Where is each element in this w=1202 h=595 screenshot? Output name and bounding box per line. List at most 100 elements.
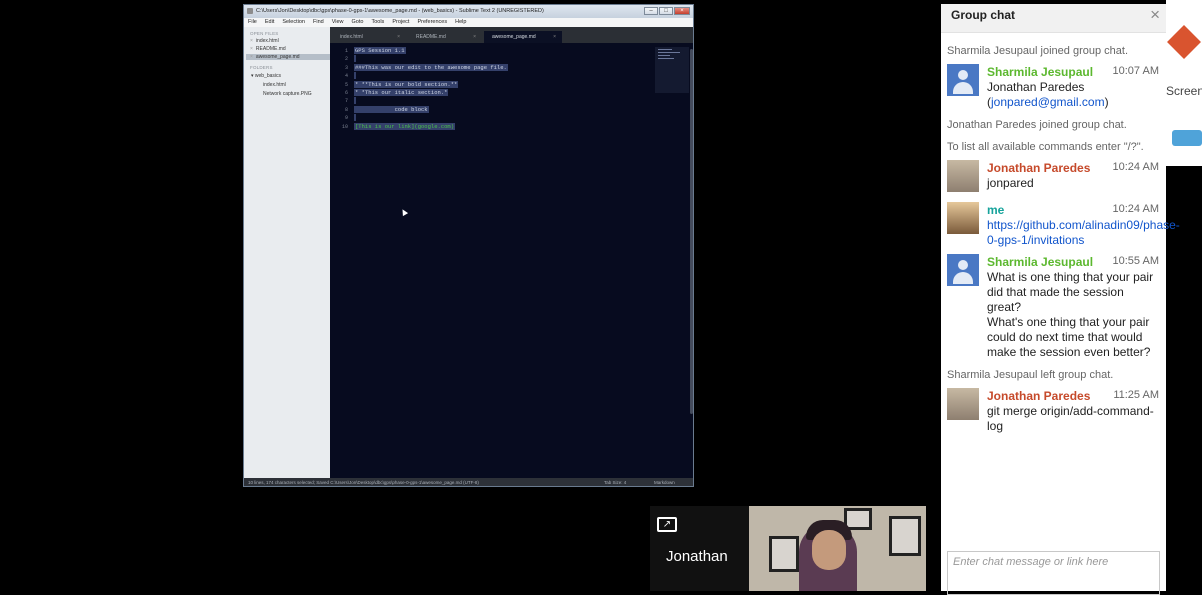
chat-message: me 10:24 AM https://github.com/alinadin09/… — [947, 200, 1180, 252]
message-link[interactable]: https://github.com/alinadin09/phase-0-gp… — [987, 218, 1180, 248]
close-icon[interactable]: × — [1150, 5, 1160, 25]
open-file-item[interactable]: × index.html — [250, 38, 279, 44]
open-files-header: OPEN FILES — [250, 31, 279, 36]
message-time: 10:24 AM — [1112, 161, 1159, 173]
desktop-icon-label: Screen — [1166, 84, 1202, 98]
code-line: * *This our italic section.* — [354, 88, 449, 96]
line-number: 8 — [344, 106, 348, 113]
message-text: Jonathan Paredes (jonpared@gmail.com) — [987, 80, 1109, 109]
line-number: 4 — [344, 73, 348, 80]
menu-view[interactable]: View — [328, 18, 348, 27]
avatar — [947, 160, 979, 192]
folder-file-item[interactable]: index.html — [263, 82, 286, 88]
code-line: GPS Session 1.1 — [354, 47, 406, 54]
line-number: 2 — [344, 56, 348, 63]
participant-face — [812, 530, 846, 570]
open-file-item[interactable]: × README.md — [250, 46, 286, 52]
system-message: To list all available commands enter "/?… — [947, 141, 1144, 153]
message-time: 10:24 AM — [1112, 203, 1159, 215]
menu-project[interactable]: Project — [388, 18, 413, 27]
code-lines: GPS Session 1.1 ###This was our edit to … — [354, 47, 508, 131]
tab-close-icon[interactable]: × — [473, 31, 476, 43]
shared-editor-window: C:\Users\Jon\Desktop\dbc\gps\phase-0-gps… — [243, 4, 694, 487]
line-number: 1 — [344, 48, 348, 54]
participant-video — [749, 506, 926, 591]
folders-header: FOLDERS — [250, 65, 273, 70]
tab-close-icon[interactable]: × — [553, 31, 556, 43]
avatar — [947, 64, 979, 96]
code-line: code block — [354, 105, 429, 113]
menu-help[interactable]: Help — [451, 18, 470, 27]
share-screen-icon[interactable]: ↗ — [657, 517, 677, 532]
minimize-button[interactable]: – — [644, 7, 658, 15]
line-number: 7 — [344, 98, 348, 105]
system-message: Sharmila Jesupaul joined group chat. — [947, 45, 1129, 57]
folder-item[interactable]: ▾ web_basics — [251, 73, 281, 79]
menu-file[interactable]: File — [244, 18, 261, 27]
email-link[interactable]: jonpared@gmail.com — [991, 95, 1105, 109]
menu-selection[interactable]: Selection — [278, 18, 309, 27]
menu-tools[interactable]: Tools — [367, 18, 388, 27]
status-message: 10 lines, 174 characters selected; Saved… — [248, 480, 479, 485]
group-chat-panel: Group chat × Sharmila Jesupaul joined gr… — [941, 4, 1180, 595]
line-number-gutter: 1 2 3 4 5 6 7 8 9 10 — [330, 47, 348, 131]
editor-title: C:\Users\Jon\Desktop\dbc\gps\phase-0-gps… — [256, 8, 544, 14]
code-line: [This is our link](google.com) — [354, 122, 456, 130]
line-number: 6 — [344, 89, 348, 96]
menu-preferences[interactable]: Preferences — [413, 18, 451, 27]
line-number: 5 — [344, 81, 348, 88]
menu-goto[interactable]: Goto — [348, 18, 368, 27]
tab-readme[interactable]: README.md × — [408, 31, 482, 43]
open-file-item-active[interactable]: × awesome_page.md — [246, 54, 334, 60]
code-line — [354, 72, 508, 80]
message-time: 11:25 AM — [1113, 389, 1159, 401]
minimap[interactable] — [655, 47, 689, 93]
chat-title: Group chat — [951, 8, 1016, 22]
chat-message: Jonathan Paredes 11:25 AM git merge origin… — [947, 386, 1161, 438]
editor-menu-bar: File Edit Selection Find View Goto Tools… — [244, 18, 693, 27]
system-message: Sharmila Jesupaul left group chat. — [947, 369, 1114, 381]
message-time: 10:07 AM — [1112, 65, 1159, 77]
folder-file-item[interactable]: Network capture.PNG — [263, 91, 312, 97]
participant-name: Jonathan — [666, 548, 728, 565]
system-message: Jonathan Paredes joined group chat. — [947, 119, 1127, 131]
desktop-folder-icon[interactable] — [1172, 130, 1202, 146]
maximize-button[interactable]: □ — [659, 7, 673, 15]
editor-tab-bar: index.html × README.md × awesome_page.md × — [330, 27, 693, 43]
avatar — [947, 388, 979, 420]
tab-close-icon[interactable]: × — [397, 31, 400, 43]
code-editor[interactable]: 1 2 3 4 5 6 7 8 9 10 GPS Session 1.1 ###… — [330, 43, 693, 478]
wall-frame — [769, 536, 799, 572]
line-number: 3 — [344, 64, 348, 71]
window-controls: – □ × — [644, 7, 690, 16]
message-text: jonpared — [987, 176, 1034, 190]
code-line — [354, 55, 508, 63]
chat-message: Sharmila Jesupaul 10:07 AM Jonathan Parede… — [947, 62, 1161, 114]
chat-header: Group chat × — [941, 4, 1166, 33]
code-line — [354, 97, 508, 105]
status-syntax[interactable]: Markdown — [654, 478, 675, 486]
close-window-button[interactable]: × — [674, 7, 690, 15]
message-text: What's one thing that your pair could do… — [987, 315, 1151, 359]
message-text: git merge origin/add-command-log — [987, 404, 1154, 433]
chat-message: Jonathan Paredes 10:24 AM jonpared — [947, 158, 1161, 200]
tab-index-html[interactable]: index.html × — [332, 31, 406, 43]
vertical-scrollbar[interactable] — [690, 49, 693, 414]
message-text: What is one thing that your pair did tha… — [987, 270, 1154, 314]
editor-sidebar: OPEN FILES × index.html × README.md × aweso… — [244, 27, 334, 478]
participant-tile[interactable]: ↗ Jonathan — [650, 506, 749, 591]
chat-message: Sharmila Jesupaul 10:55 AM What is one thi… — [947, 252, 1161, 364]
chat-messages: Sharmila Jesupaul joined group chat. Shar… — [947, 40, 1180, 438]
message-time: 10:55 AM — [1112, 255, 1159, 267]
chat-message-input[interactable]: Enter chat message or link here — [947, 551, 1160, 595]
tab-awesome-page[interactable]: awesome_page.md × — [484, 31, 562, 43]
avatar — [947, 202, 979, 234]
avatar — [947, 254, 979, 286]
status-tab-size[interactable]: Tab Size: 4 — [604, 478, 626, 486]
menu-find[interactable]: Find — [309, 18, 328, 27]
code-line — [354, 114, 508, 122]
menu-edit[interactable]: Edit — [261, 18, 278, 27]
code-line: ###This was our edit to the awesome page… — [354, 63, 508, 71]
wall-frame — [889, 516, 921, 556]
line-number: 9 — [344, 115, 348, 122]
